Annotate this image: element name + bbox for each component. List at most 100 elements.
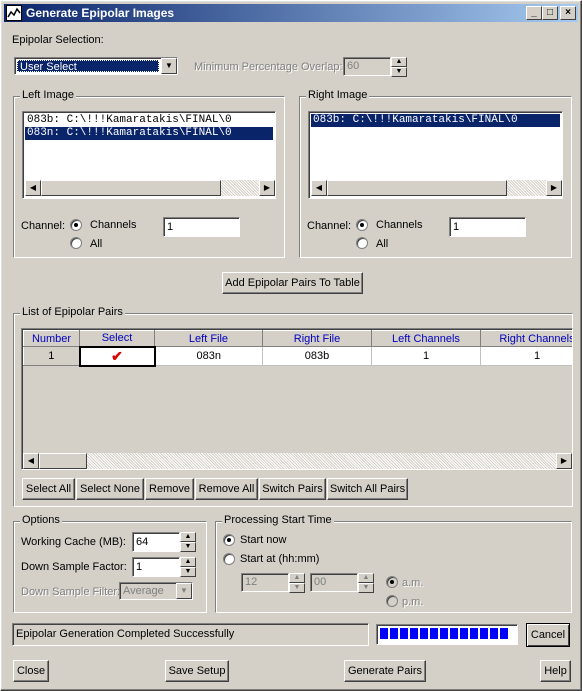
switch-all-pairs-button[interactable]: Switch All Pairs [327, 478, 408, 500]
progress-block [450, 628, 458, 639]
working-cache-input[interactable]: 64 [132, 532, 180, 552]
pairs-table-hscrollbar[interactable]: ◀ ▶ [23, 453, 572, 469]
spin-up-icon[interactable]: ▲ [180, 557, 196, 567]
spin-up-icon[interactable]: ▲ [180, 532, 196, 542]
epipolar-pairs-table-area: Number Select Left File Right File Left … [21, 328, 573, 470]
start-at-radio[interactable] [223, 553, 235, 565]
right-list-hscrollbar[interactable]: ◀ ▶ [311, 180, 562, 196]
remove-all-button[interactable]: Remove All [195, 478, 258, 500]
chevron-down-icon[interactable]: ▼ [176, 583, 192, 599]
epipolar-selection-dropdown[interactable]: User Select ▼ [14, 57, 178, 75]
start-now-radio[interactable] [223, 534, 235, 546]
down-sample-filter-value: Average [123, 585, 164, 597]
column-header-left-channels[interactable]: Left Channels [371, 330, 481, 347]
down-sample-factor-spinner[interactable]: ▲ ▼ [180, 557, 196, 577]
row-right-channels[interactable]: 1 [480, 346, 572, 366]
row-left-channels[interactable]: 1 [371, 346, 481, 366]
left-all-radio[interactable] [70, 237, 82, 249]
spin-up-icon[interactable]: ▲ [391, 57, 407, 67]
right-channels-radio[interactable] [356, 219, 368, 231]
maximize-button[interactable]: □ [542, 6, 558, 20]
scroll-thumb[interactable] [41, 180, 221, 196]
scroll-left-icon[interactable]: ◀ [311, 180, 327, 196]
row-left-file[interactable]: 083n [154, 346, 263, 366]
spin-down-icon[interactable]: ▼ [391, 67, 407, 77]
progress-block [490, 628, 498, 639]
progress-block [500, 628, 508, 639]
scroll-thumb[interactable] [327, 180, 507, 196]
working-cache-label: Working Cache (MB): [21, 536, 126, 548]
spin-up-icon[interactable]: ▲ [358, 573, 374, 583]
save-setup-button[interactable]: Save Setup [165, 660, 229, 682]
select-none-button[interactable]: Select None [76, 478, 144, 500]
generate-pairs-button[interactable]: Generate Pairs [344, 660, 426, 682]
left-channels-input[interactable]: 1 [163, 217, 240, 237]
list-item[interactable]: 083n: C:\!!!Kamaratakis\FINAL\0 [25, 127, 273, 140]
right-channels-input[interactable]: 1 [449, 217, 526, 237]
pm-radio[interactable] [386, 595, 398, 607]
progress-block [430, 628, 438, 639]
left-image-title: Left Image [20, 89, 76, 101]
select-all-button[interactable]: Select All [22, 478, 75, 500]
list-item[interactable]: 083b: C:\!!!Kamaratakis\FINAL\0 [311, 114, 560, 127]
minimize-button[interactable]: _ [526, 6, 542, 20]
left-image-list[interactable]: 083b: C:\!!!Kamaratakis\FINAL\0 083n: C:… [22, 111, 276, 199]
start-minute-spinner[interactable]: ▲ ▼ [358, 573, 374, 593]
left-channels-radio[interactable] [70, 219, 82, 231]
status-panel: Epipolar Generation Completed Successful… [12, 623, 369, 646]
column-header-right-channels[interactable]: Right Channels [480, 330, 572, 347]
spin-up-icon[interactable]: ▲ [289, 573, 305, 583]
column-header-number[interactable]: Number [23, 330, 80, 347]
progress-block [420, 628, 428, 639]
close-button[interactable]: Close [13, 660, 49, 682]
title-bar[interactable]: Generate Epipolar Images _ □ × [4, 4, 578, 22]
epipolar-pairs-title: List of Epipolar Pairs [20, 306, 125, 318]
scroll-right-icon[interactable]: ▶ [556, 453, 572, 469]
down-sample-filter-label: Down Sample Filter: [21, 586, 121, 598]
down-sample-factor-input[interactable]: 1 [132, 557, 180, 577]
pm-label: p.m. [402, 596, 424, 608]
spin-down-icon[interactable]: ▼ [289, 583, 305, 593]
progress-block [460, 628, 468, 639]
column-header-left-file[interactable]: Left File [154, 330, 263, 347]
row-number: 1 [23, 346, 80, 366]
scroll-right-icon[interactable]: ▶ [546, 180, 562, 196]
list-item[interactable]: 083b: C:\!!!Kamaratakis\FINAL\0 [25, 114, 232, 127]
help-button[interactable]: Help [540, 660, 571, 682]
row-select-checkbox[interactable]: ✔ [78, 345, 156, 367]
spin-down-icon[interactable]: ▼ [180, 542, 196, 552]
add-epipolar-pairs-button[interactable]: Add Epipolar Pairs To Table [222, 272, 363, 294]
chevron-down-icon[interactable]: ▼ [161, 58, 177, 74]
left-list-hscrollbar[interactable]: ◀ ▶ [25, 180, 275, 196]
scroll-thumb[interactable] [39, 453, 87, 469]
row-right-file[interactable]: 083b [262, 346, 372, 366]
min-overlap-label: Minimum Percentage Overlap: [194, 61, 343, 73]
table-row[interactable]: 1 ✔ 083n 083b 1 1 [23, 345, 572, 367]
close-window-button[interactable]: × [560, 6, 576, 20]
remove-button[interactable]: Remove [145, 478, 194, 500]
column-header-right-file[interactable]: Right File [262, 330, 372, 347]
cancel-button[interactable]: Cancel [526, 623, 570, 647]
progress-block [480, 628, 488, 639]
column-header-select[interactable]: Select [79, 330, 155, 347]
generate-epipolar-dialog: Generate Epipolar Images _ □ × Epipolar … [0, 0, 582, 691]
start-hour-spinner[interactable]: ▲ ▼ [289, 573, 305, 593]
right-all-radio[interactable] [356, 237, 368, 249]
scroll-right-icon[interactable]: ▶ [259, 180, 275, 196]
switch-pairs-button[interactable]: Switch Pairs [259, 478, 326, 500]
min-overlap-input[interactable]: 60 [343, 57, 391, 76]
spin-down-icon[interactable]: ▼ [358, 583, 374, 593]
min-overlap-spinner[interactable]: ▲ ▼ [391, 57, 407, 77]
start-minute-input[interactable]: 00 [310, 573, 358, 592]
start-hour-input[interactable]: 12 [241, 573, 289, 592]
options-title: Options [20, 514, 62, 526]
scroll-left-icon[interactable]: ◀ [23, 453, 39, 469]
progress-block [390, 628, 398, 639]
spin-down-icon[interactable]: ▼ [180, 567, 196, 577]
down-sample-filter-dropdown[interactable]: Average ▼ [119, 582, 193, 600]
working-cache-spinner[interactable]: ▲ ▼ [180, 532, 196, 552]
right-image-list[interactable]: 083b: C:\!!!Kamaratakis\FINAL\0 ◀ ▶ [308, 111, 563, 199]
am-radio[interactable] [386, 576, 398, 588]
progress-block [400, 628, 408, 639]
scroll-left-icon[interactable]: ◀ [25, 180, 41, 196]
